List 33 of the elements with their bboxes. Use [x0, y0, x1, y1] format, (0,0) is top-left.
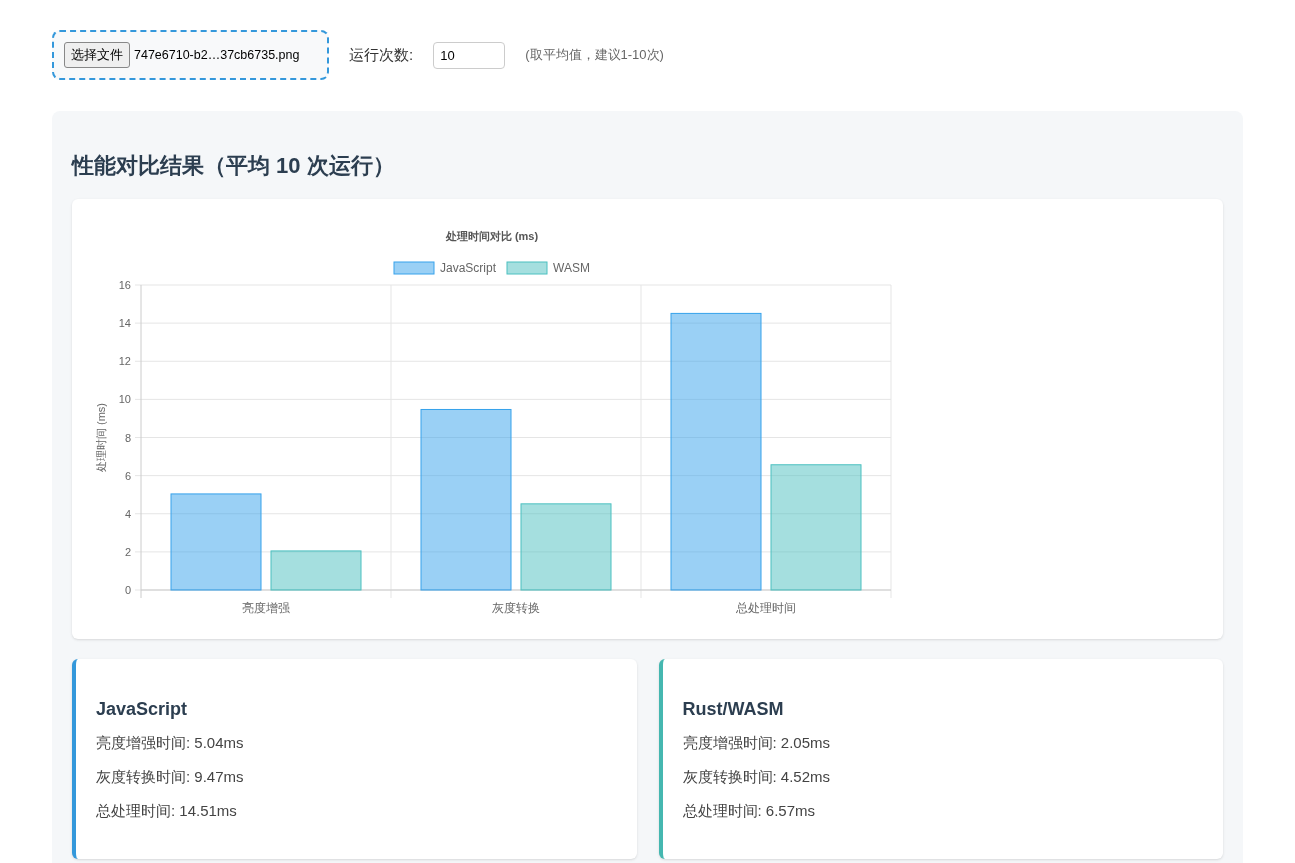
card-title: Rust/WASM	[682, 698, 785, 721]
y-tick-label: 0	[124, 584, 131, 596]
legend-swatch[interactable]	[506, 261, 548, 275]
timing-text: 总处理时间: 14.51ms	[96, 801, 238, 821]
x-tick-label: 亮度增强	[242, 601, 290, 615]
y-tick-label: 14	[118, 317, 131, 330]
y-tick-label: 8	[124, 431, 131, 444]
card-title: JavaScript	[96, 698, 189, 721]
y-tick-label: 4	[124, 507, 131, 520]
runs-label: 运行次数:	[349, 44, 414, 65]
y-tick-label: 16	[118, 279, 131, 291]
timing-text: 亮度增强时间: 5.04ms	[96, 733, 245, 753]
timing-text: 灰度转换时间: 4.52ms	[682, 767, 832, 787]
x-tick-label: 总处理时间	[736, 601, 796, 615]
y-tick-label: 6	[124, 469, 131, 482]
runs-hint: (取平均值，建议1-10次)	[525, 46, 664, 65]
legend-label[interactable]: WASM	[553, 261, 590, 275]
legend-label[interactable]: JavaScript	[440, 261, 497, 275]
y-tick-label: 10	[118, 393, 131, 406]
choose-file-button[interactable]: 选择文件	[64, 42, 130, 68]
y-axis-title: 处理时间 (ms)	[95, 403, 107, 472]
file-name: 747e6710-b2…37cb6735.png	[134, 46, 300, 64]
chart-title: 处理时间对比 (ms)	[445, 230, 539, 242]
timing-text: 总处理时间: 6.57ms	[682, 801, 817, 821]
legend-swatch[interactable]	[393, 261, 435, 275]
timing-text: 灰度转换时间: 9.47ms	[96, 767, 245, 787]
results-title: 性能对比结果（平均 10 次运行）	[72, 152, 396, 180]
y-tick-label: 2	[124, 545, 131, 558]
timing-text: 亮度增强时间: 2.05ms	[682, 733, 832, 753]
y-tick-label: 12	[118, 355, 131, 368]
x-tick-label: 灰度转换	[492, 601, 540, 615]
runs-input[interactable]: 10	[433, 41, 506, 69]
file-input[interactable]: 选择文件 747e6710-b2…37cb6735.png	[52, 30, 329, 80]
